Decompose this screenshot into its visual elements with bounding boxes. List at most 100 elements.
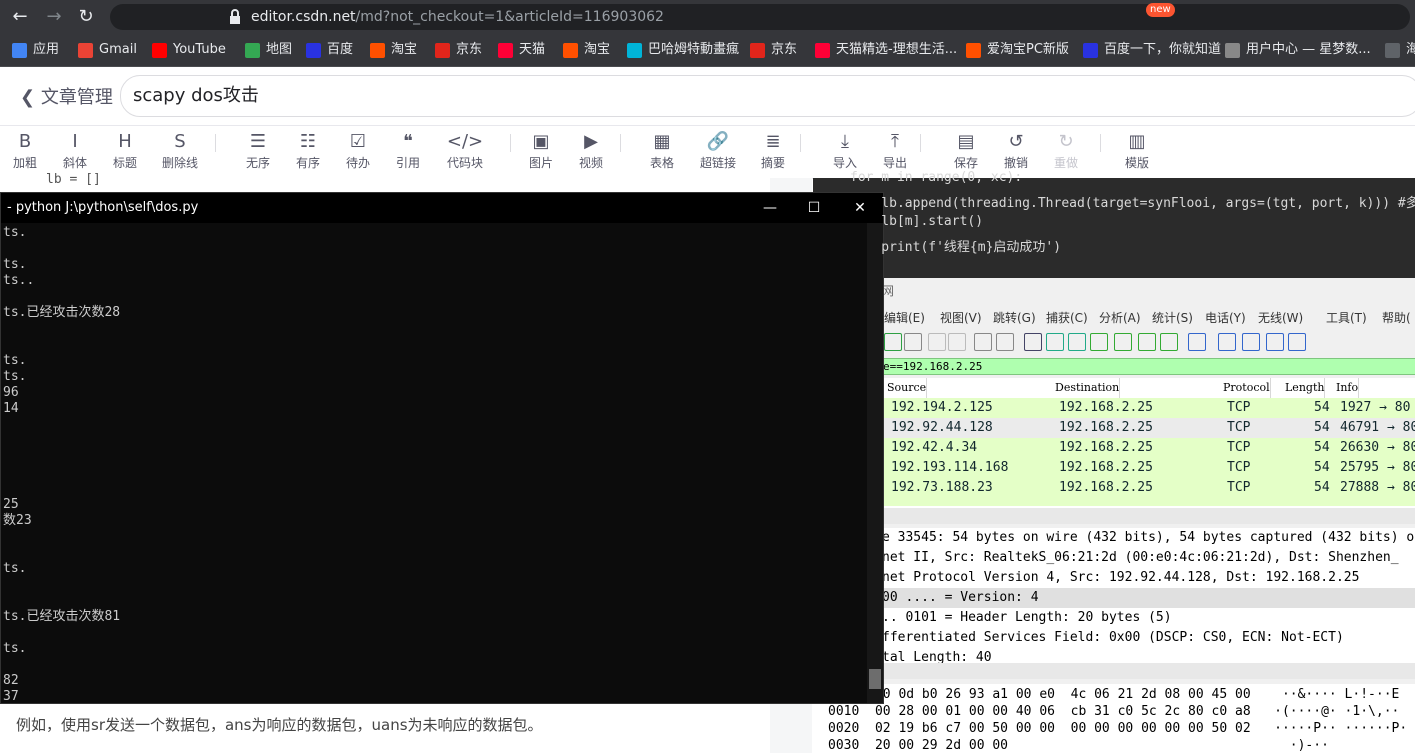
toolbar-button-3[interactable]: S 删除线 [155, 130, 205, 176]
console-scrollbar[interactable] [867, 223, 883, 703]
toolbar-button-0[interactable]: B 加粗 [0, 130, 50, 176]
toolbar-button-8[interactable]: </> 代码块 [440, 130, 490, 176]
wireshark-menu-item[interactable]: 分析(A) [1099, 309, 1141, 326]
back-arrow-icon[interactable]: ← [8, 5, 32, 29]
detail-line[interactable]: e 33545: 54 bytes on wire (432 bits), 54… [882, 528, 1415, 548]
start-capture-icon[interactable] [884, 333, 902, 351]
detail-line[interactable]: 00 .... = Version: 4 [882, 588, 1415, 608]
bookmark-item[interactable]: 地图 [245, 34, 292, 66]
wireshark-menu-item[interactable]: 捕获(C) [1046, 309, 1088, 326]
packet-row[interactable]: 192.73.188.23 192.168.2.25 TCP 54 27888 → 80 [882, 478, 1415, 498]
toolbar-button-12[interactable]: 🔗 超链接 [693, 130, 743, 176]
bookmark-item[interactable]: 爱淘宝PC新版 [966, 34, 1069, 66]
toolbar-button-2[interactable]: H 标题 [100, 130, 150, 176]
back-icon[interactable] [1046, 333, 1064, 351]
bookmark-item[interactable]: 应用 [12, 34, 59, 66]
last-packet-icon[interactable] [1138, 333, 1156, 351]
packet-row[interactable]: 192.193.114.168 192.168.2.25 TCP 54 25795 → … [882, 458, 1415, 478]
bookmark-item[interactable]: 淘宝 [370, 34, 417, 66]
options-icon[interactable] [904, 333, 922, 351]
packet-destination: 192.168.2.25 [1059, 480, 1153, 495]
toolbar-button-13[interactable]: ≣ 摘要 [748, 130, 798, 176]
bookmark-item[interactable]: 百度一下，你就知道 [1083, 34, 1221, 66]
find-icon[interactable] [1024, 333, 1042, 351]
console-scroll-thumb[interactable] [869, 669, 881, 689]
minimize-icon[interactable]: — [747, 193, 793, 223]
packet-row[interactable]: 192.42.4.34 192.168.2.25 TCP 54 26630 → 80 [882, 438, 1415, 458]
display-filter-input[interactable]: e==192.168.2.25 [882, 358, 1415, 375]
bookmark-item[interactable]: YouTube [152, 34, 226, 66]
packet-row[interactable]: 192.194.2.125 192.168.2.25 TCP 54 1927 → 80 [882, 398, 1415, 418]
toolbar-button-10[interactable]: ▶ 视频 [566, 130, 616, 176]
wireshark-menu-item[interactable]: 帮助( [1382, 309, 1411, 326]
detail-line[interactable]: net Protocol Version 4, Src: 192.92.44.1… [882, 568, 1415, 588]
packet-list[interactable]: Source Destination Protocol Length Info 192.1… [882, 378, 1415, 508]
packet-protocol: TCP [1227, 420, 1251, 435]
column-header[interactable]: Source [887, 378, 928, 398]
reload-file-icon[interactable] [996, 333, 1014, 351]
packet-row[interactable]: 192.92.44.128 192.168.2.25 TCP 54 46791 → 80 [882, 418, 1415, 438]
bookmark-item[interactable]: 天猫 [498, 34, 545, 66]
browser-toolbar: ← → ↻ editor.csdn.net/md?not_checkout=1&… [0, 0, 1415, 34]
wireshark-menu-item[interactable]: 工具(T) [1326, 309, 1367, 326]
bookmark-item[interactable]: 海 [1385, 34, 1415, 66]
wireshark-menu-item[interactable]: 电话(Y) [1205, 309, 1246, 326]
packet-row-partial[interactable] [882, 498, 1415, 506]
wireshark-menu-item[interactable]: 视图(V) [940, 309, 982, 326]
bookmark-item[interactable]: 京东 [750, 34, 797, 66]
resize-columns-icon[interactable] [1288, 333, 1306, 351]
column-header[interactable]: Length [1285, 378, 1326, 398]
column-header[interactable]: Info [1336, 378, 1360, 398]
toolbar-button-1[interactable]: I 斜体 [50, 130, 100, 176]
bookmark-item[interactable]: 淘宝 [563, 34, 610, 66]
bookmark-item[interactable]: 百度 [306, 34, 353, 66]
bookmark-item[interactable]: 天猫精选-理想生活... [815, 34, 957, 66]
autoscroll-icon[interactable] [1160, 333, 1178, 351]
bookmark-item[interactable]: 巴哈姆特動畫瘋 [627, 34, 739, 66]
detail-line[interactable]: .. 0101 = Header Length: 20 bytes (5) [882, 608, 1415, 628]
details-hscrollbar[interactable] [882, 663, 1415, 679]
toolbar-button-4[interactable]: ☰ 无序 [233, 130, 283, 176]
zoom-out-icon[interactable] [1242, 333, 1260, 351]
go-to-packet-icon[interactable] [1090, 333, 1108, 351]
wireshark-menu-item[interactable]: 无线(W) [1258, 309, 1303, 326]
colorize-icon[interactable] [1188, 333, 1206, 351]
packet-bytes-pane[interactable]: 20 0d b0 26 93 a1 00 e0 4c 06 21 2d 08 0… [820, 684, 1415, 753]
first-packet-icon[interactable] [1114, 333, 1132, 351]
packet-details-pane[interactable]: e 33545: 54 bytes on wire (432 bits), 54… [882, 528, 1415, 665]
article-title-input[interactable]: scapy dos攻击 [120, 75, 1415, 117]
packet-list-hscrollbar[interactable] [882, 508, 1415, 524]
maximize-icon[interactable]: ☐ [791, 193, 837, 223]
toolbar-button-19[interactable]: ▥ 模版 [1112, 130, 1162, 176]
toolbar-button-18[interactable]: ↻ 重做 [1041, 130, 1091, 176]
save-file-icon[interactable] [948, 333, 966, 351]
bookmark-item[interactable]: Gmail [78, 34, 137, 66]
bookmark-item[interactable]: 京东 [435, 34, 482, 66]
bahamut-icon [627, 42, 642, 58]
packet-length: 54 [1314, 400, 1330, 415]
zoom-normal-icon[interactable] [1266, 333, 1284, 351]
wireshark-menu-item[interactable]: 统计(S) [1152, 309, 1193, 326]
wireshark-menu-item[interactable]: 编辑(E) [884, 309, 925, 326]
zoom-in-icon[interactable] [1218, 333, 1236, 351]
column-header[interactable]: Destination [1055, 378, 1121, 398]
toolbar-button-7[interactable]: ❝ 引用 [383, 130, 433, 176]
toolbar-button-5[interactable]: ☷ 有序 [283, 130, 333, 176]
close-file-icon[interactable] [974, 333, 992, 351]
bookmark-item[interactable]: 用户中心 — 星梦数... [1225, 34, 1371, 66]
detail-line[interactable]: net II, Src: RealtekS_06:21:2d (00:e0:4c… [882, 548, 1415, 568]
console-line: ts. [3, 641, 27, 656]
forward-icon[interactable] [1068, 333, 1086, 351]
back-to-article-management[interactable]: ❮ 文章管理 [20, 83, 113, 109]
packet-info: 26630 → 80 [1340, 440, 1415, 455]
reload-icon[interactable]: ↻ [74, 5, 98, 29]
detail-line[interactable]: fferentiated Services Field: 0x00 (DSCP:… [882, 628, 1415, 648]
open-file-icon[interactable] [928, 333, 946, 351]
toolbar-button-9[interactable]: ▣ 图片 [516, 130, 566, 176]
address-bar[interactable]: editor.csdn.net/md?not_checkout=1&articl… [110, 4, 1410, 30]
wireshark-menu-item[interactable]: 跳转(G) [993, 309, 1036, 326]
column-header[interactable]: Protocol [1223, 378, 1271, 398]
toolbar-button-6[interactable]: ☑ 待办 [333, 130, 383, 176]
forward-arrow-icon[interactable]: → [42, 5, 66, 29]
toolbar-button-11[interactable]: ▦ 表格 [637, 130, 687, 176]
